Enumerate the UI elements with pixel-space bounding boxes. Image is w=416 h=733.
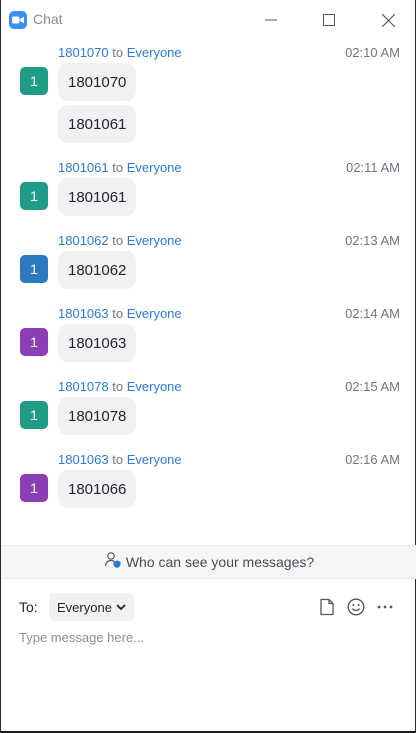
close-button[interactable] [374,6,402,34]
message-list[interactable]: 1801070 to Everyone 02:10 AM 1 1801070 1… [1,40,416,545]
message-bubble[interactable]: 1801062 [58,251,137,289]
message-header: 1801061 to Everyone [58,160,182,175]
sender-link[interactable]: 1801070 [58,45,109,60]
privacy-text[interactable]: Who can see your messages? [126,554,314,570]
user-shield-icon [104,551,122,574]
timestamp: 02:15 AM [345,379,400,394]
recipient-link[interactable]: Everyone [127,306,182,321]
recipient-link[interactable]: Everyone [127,160,182,175]
recipient-row: To: Everyone [1,590,416,624]
file-button[interactable] [316,596,338,618]
avatar[interactable]: 1 [20,182,48,210]
to-word: to [112,379,124,394]
file-icon [320,598,334,616]
sender-link[interactable]: 1801078 [58,379,109,394]
recipient-link[interactable]: Everyone [127,45,182,60]
more-button[interactable] [374,596,396,618]
timestamp: 02:14 AM [345,306,400,321]
sender-link[interactable]: 1801063 [58,306,109,321]
timestamp: 02:13 AM [345,233,400,248]
avatar[interactable]: 1 [20,255,48,283]
chevron-down-icon [116,603,126,610]
avatar[interactable]: 1 [20,67,48,95]
message-header: 1801063 to Everyone [58,452,182,467]
message-bubble[interactable]: 1801078 [58,397,137,435]
privacy-banner[interactable]: Who can see your messages? [1,545,416,579]
message-header: 1801062 to Everyone [58,233,182,248]
message-bubble[interactable]: 1801061 [58,105,137,143]
recipient-dropdown[interactable]: Everyone [49,593,134,621]
minimize-button[interactable] [257,6,285,34]
to-label: To: [19,599,38,615]
more-icon [377,605,393,609]
message-bubble[interactable]: 1801066 [58,470,137,508]
maximize-button[interactable] [315,6,343,34]
recipient-link[interactable]: Everyone [127,452,182,467]
recipient-link[interactable]: Everyone [127,233,182,248]
emoji-icon [347,598,365,616]
to-word: to [112,306,124,321]
to-word: to [112,45,124,60]
to-word: to [112,233,124,248]
recipient-value: Everyone [57,599,112,615]
emoji-button[interactable] [345,596,367,618]
timestamp: 02:11 AM [346,160,400,175]
avatar[interactable]: 1 [20,328,48,356]
sender-link[interactable]: 1801062 [58,233,109,248]
timestamp: 02:16 AM [345,452,400,467]
title-bar[interactable]: Chat [1,0,416,40]
message-input[interactable] [19,630,399,710]
minimize-icon [265,19,277,21]
message-header: 1801070 to Everyone [58,45,182,60]
message-header: 1801063 to Everyone [58,306,182,321]
to-word: to [112,160,124,175]
maximize-icon [323,14,335,26]
message-header: 1801078 to Everyone [58,379,182,394]
message-bubble[interactable]: 1801070 [58,63,137,101]
avatar[interactable]: 1 [20,401,48,429]
sender-link[interactable]: 1801061 [58,160,109,175]
zoom-camera-icon [9,11,27,29]
message-bubble[interactable]: 1801061 [58,178,137,216]
close-icon [381,13,395,27]
sender-link[interactable]: 1801063 [58,452,109,467]
to-word: to [112,452,124,467]
message-bubble[interactable]: 1801063 [58,324,137,362]
avatar[interactable]: 1 [20,474,48,502]
timestamp: 02:10 AM [345,45,400,60]
recipient-link[interactable]: Everyone [127,379,182,394]
window-title: Chat [33,11,63,27]
chat-window: Chat 1801070 to Everyone 02:10 AM 1 1801… [0,0,416,733]
